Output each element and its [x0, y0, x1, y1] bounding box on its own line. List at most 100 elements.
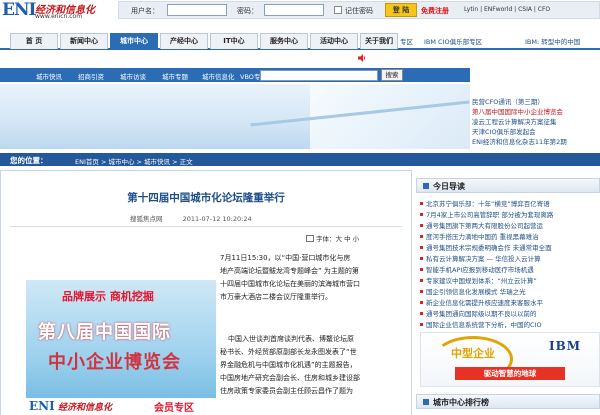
news-item[interactable]: 国企引领信息化发展模式 华瑞之光: [420, 286, 526, 296]
news-item[interactable]: 新企业信息化需提升核应速度来客服水平: [420, 297, 543, 307]
bullet-icon: [420, 213, 423, 216]
tab-city[interactable]: 城市中心: [110, 33, 158, 49]
ibm-logo: IBM: [549, 339, 582, 353]
logo-eni: ENI: [2, 0, 36, 20]
top-bar: ENI 经济和信息化 www.enicn.com 用户名： 密码： 记住密码 登…: [0, 0, 600, 22]
ad-footer: ENI 经济和信息化 会员专区: [26, 398, 216, 415]
breadcrumb[interactable]: ENI首页 > 城市中心 > 城市快讯 > 正文: [75, 156, 193, 166]
username-label: 用户名：: [131, 7, 159, 15]
tab-industry[interactable]: 产经中心: [160, 33, 208, 49]
article-date: 2011-07-12 10:20:24: [182, 215, 252, 223]
today-guide-header: 今日导读: [416, 178, 600, 193]
tab-home[interactable]: 首 页: [10, 33, 58, 49]
article-paragraph-line: 中国房地产研究会副会长、住房和城乡建设部: [220, 374, 360, 382]
promo-link[interactable]: 凌云工程云计算解决方案征集: [472, 116, 557, 126]
remember-label: 记住密码: [345, 7, 373, 15]
section-bullet-icon: [423, 399, 429, 405]
news-item[interactable]: 7月4家上市公司高管辞职 部分被为套现离路: [420, 209, 553, 219]
promo-link[interactable]: 民营CFO通讯（第三期）: [472, 96, 544, 106]
tab-events[interactable]: 活动中心: [310, 33, 358, 49]
article-paragraph-line: 秘书长、外经贸部原副部长龙永图发表了“世: [220, 348, 357, 356]
subnav-city-informatization[interactable]: 城市信息化: [202, 71, 235, 81]
bullet-icon: [420, 279, 423, 282]
news-item-title: 国际企业信息系统营下分析，中国的CIO: [426, 321, 542, 329]
news-item[interactable]: 度河手搭压力滴地中国药 重视黑幕难治: [420, 231, 539, 241]
news-item-title: 通号集团旗下第两大有限股份公司起营运: [426, 222, 543, 230]
news-item[interactable]: 智能手机API应报到移动医疗市场机遇: [420, 264, 534, 274]
news-item-title: 专家建议中国规划体系：“州立云计算”: [426, 277, 537, 285]
ad-logo-cn: 经济和信息化: [58, 403, 113, 413]
today-guide-title: 今日导读: [433, 182, 465, 191]
article-paragraph-line: 界金融危机与中国城市化机遇”的主题报告，: [220, 361, 357, 369]
article-title: 第十四届中国城市化论坛隆重举行: [127, 192, 285, 204]
username-input[interactable]: [167, 4, 227, 16]
login-button[interactable]: 登 陆: [385, 3, 417, 17]
font-size-label: 字体：大 中 小: [316, 235, 360, 243]
nav-ibm-transform-link[interactable]: IBM: 转型中的中国: [525, 36, 580, 46]
ibm-ad-line-2: 驱动智慧的地球: [455, 367, 565, 380]
subnav-city-interview[interactable]: 城市访谈: [120, 71, 146, 81]
section-bullet-icon: [423, 183, 429, 189]
site-logo[interactable]: ENI 经济和信息化 www.enicn.com: [2, 0, 114, 22]
news-item-title: 私有云计算解决方案 — 华信投入云计算: [426, 255, 541, 263]
news-item[interactable]: 通号集团通向国际级以期不良以以前的: [420, 308, 537, 318]
bullet-icon: [420, 323, 423, 326]
promo-link[interactable]: ENI经济和信息化杂志11年第2期: [472, 136, 567, 146]
nav-ibm-club-link[interactable]: IBM CIO俱乐部专区: [424, 36, 482, 46]
search-button[interactable]: 搜索: [381, 69, 403, 81]
ad-line-1: 品牌展示 商机挖掘: [62, 290, 154, 303]
news-item-title: 国企引领信息化发展模式 华瑞之光: [426, 288, 526, 296]
news-item-title: 7月4家上市公司高管辞职 部分被为套现离路: [426, 211, 554, 219]
article-paragraph-line: 地产高端论坛暨鲅龙湾专题峰会” 为主题的第: [220, 267, 359, 275]
top-links[interactable]: Lytin | ENFworld | CSIA | CFO: [464, 6, 550, 13]
expo-ad-image[interactable]: 品牌展示 商机挖掘 第八届中国国际 中小企业博览会 ENI 经济和信息化 会员专…: [26, 280, 216, 415]
ad-line-3: 中小企业博览会: [48, 352, 181, 373]
nav-zone-link[interactable]: 专区: [400, 36, 413, 46]
password-input[interactable]: [264, 4, 324, 16]
location-label: 您的位置：: [10, 156, 48, 165]
tab-news[interactable]: 新闻中心: [60, 33, 108, 49]
subnav-city-topic[interactable]: 城市专题: [162, 71, 188, 81]
news-item-title: 度河手搭压力滴地中国药 重视黑幕难治: [426, 233, 539, 241]
news-item-title: 智能手机API应报到移动医疗市场机遇: [426, 266, 534, 274]
subnav-investment[interactable]: 招商引资: [78, 71, 104, 81]
speaker-icon[interactable]: [357, 53, 367, 63]
ibm-ad-banner[interactable]: 中型企业 IBM 驱动智慧的地球: [420, 332, 600, 387]
news-item[interactable]: 北京苏宁俱乐部：十年“横竞”博弈百亿寄语: [420, 198, 550, 208]
remember-checkbox[interactable]: [334, 6, 342, 14]
bullet-icon: [420, 257, 423, 260]
tab-about[interactable]: 关于我们: [360, 33, 398, 49]
subnav-city-news[interactable]: 城市快讯: [36, 71, 62, 81]
promo-links: 民营CFO通讯（第三期） 第八届中国国际中小企业博览会 凌云工程云计算解决方案征…: [472, 96, 600, 149]
bullet-icon: [420, 224, 423, 227]
bullet-icon: [420, 290, 423, 293]
article-meta: 搜狐焦点网 2011-07-12 10:20:24: [130, 213, 252, 223]
news-item[interactable]: 专家建议中国规划体系：“州立云计算”: [420, 275, 537, 285]
password-label: 密码：: [237, 7, 258, 15]
article-source: 搜狐焦点网: [130, 215, 163, 223]
tab-it[interactable]: IT中心: [210, 33, 258, 49]
font-size-control[interactable]: 字体：大 中 小: [306, 233, 359, 243]
bullet-icon: [420, 246, 423, 249]
news-item[interactable]: 国际企业信息系统营下分析，中国的CIO: [420, 319, 542, 329]
promo-link[interactable]: 天津CIO俱乐部发起会: [472, 126, 536, 136]
news-item-title: 新企业信息化需提升核应速度来客服水平: [426, 299, 543, 307]
ad-line-2: 第八届中国国际: [38, 322, 171, 343]
search-input[interactable]: [260, 70, 378, 81]
tab-service[interactable]: 服务中心: [260, 33, 308, 49]
login-bar: 用户名： 密码： 记住密码 登 陆 免费注册 Lytin | ENFworld …: [118, 1, 600, 19]
bullet-icon: [420, 268, 423, 271]
promo-link[interactable]: 第八届中国国际中小企业博览会: [472, 106, 563, 116]
ad-logo-eni: ENI: [29, 399, 55, 413]
news-item[interactable]: 通号集团旗下第两大有限股份公司起营运: [420, 220, 543, 230]
register-link[interactable]: 免费注册: [421, 6, 449, 16]
news-item[interactable]: 通号集团技术宗规委明确会作 未通常审全面: [420, 242, 552, 252]
news-item[interactable]: 私有云计算解决方案 — 华信投入云计算: [420, 253, 541, 263]
article-paragraph-line: 中国入世谈判首席谈判代表、博鳌论坛原: [228, 335, 354, 343]
ad-member-zone: 会员专区: [154, 403, 194, 414]
city-banner: [0, 84, 470, 149]
news-item-title: 北京苏宁俱乐部：十年“横竞”博弈百亿寄语: [426, 200, 550, 208]
bullet-icon: [420, 235, 423, 238]
bullet-icon: [420, 202, 423, 205]
logo-url: www.enicn.com: [35, 13, 83, 20]
